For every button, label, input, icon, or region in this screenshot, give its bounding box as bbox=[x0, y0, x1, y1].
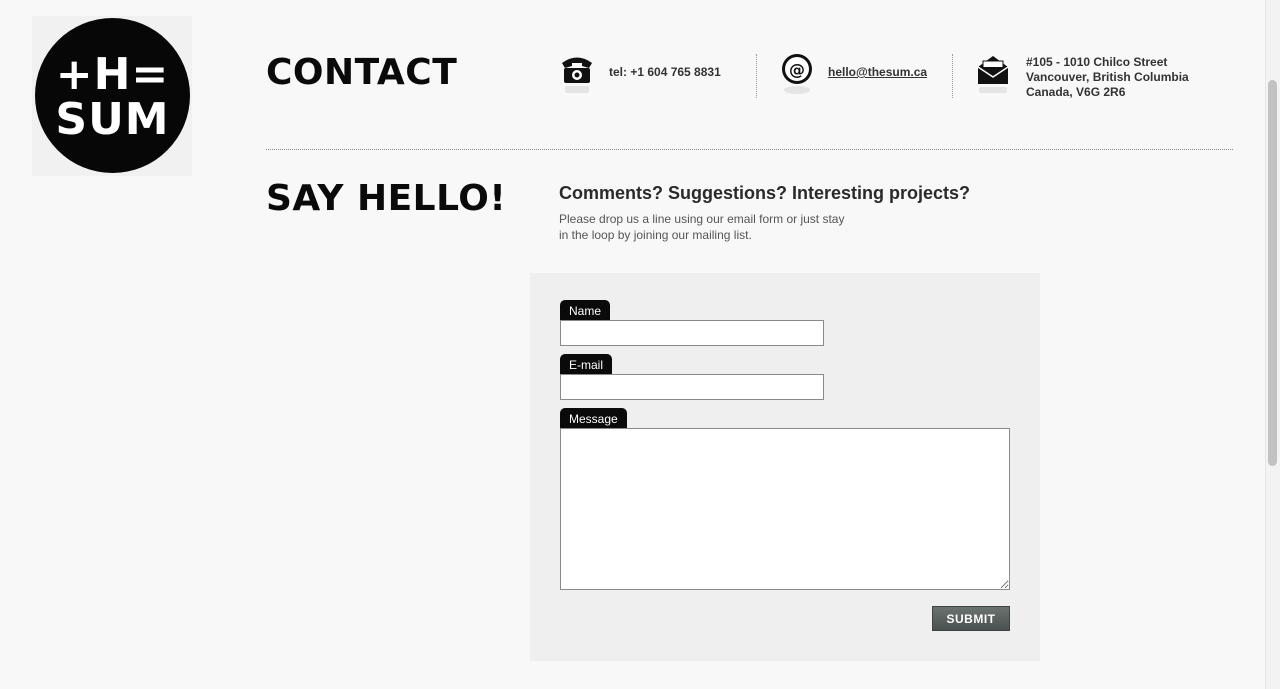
logo-line-2: SUM bbox=[55, 94, 170, 145]
name-label: Name bbox=[560, 300, 611, 320]
address-line-1: #105 - 1010 Chilco Street bbox=[1026, 55, 1168, 69]
email-label: E-mail bbox=[560, 354, 613, 374]
divider bbox=[756, 54, 757, 98]
address-line-3: Canada, V6G 2R6 bbox=[1026, 85, 1126, 99]
telephone-icon bbox=[559, 53, 595, 99]
name-input[interactable] bbox=[560, 320, 824, 346]
section-divider bbox=[266, 149, 1233, 150]
at-sign-icon: @ bbox=[780, 53, 816, 99]
divider bbox=[952, 54, 953, 98]
contact-heading: CONTACT bbox=[266, 52, 458, 93]
form-subheading: Comments? Suggestions? Interesting proje… bbox=[559, 183, 971, 203]
logo-line-1: +H= bbox=[55, 49, 170, 100]
address-line-2: Vancouver, British Columbia bbox=[1026, 70, 1189, 84]
scrollbar[interactable] bbox=[1265, 0, 1280, 689]
submit-button[interactable]: SUBMIT bbox=[932, 606, 1010, 631]
email-input[interactable] bbox=[560, 374, 824, 400]
intro-line-2: in the loop by joining our mailing list. bbox=[559, 228, 752, 242]
logo[interactable]: +H= SUM bbox=[35, 18, 190, 173]
say-hello-heading: SAY HELLO! bbox=[266, 178, 507, 219]
message-textarea[interactable] bbox=[560, 428, 1010, 590]
address: #105 - 1010 Chilco Street Vancouver, Bri… bbox=[1026, 55, 1189, 100]
envelope-icon bbox=[976, 53, 1012, 99]
message-label: Message bbox=[560, 408, 627, 428]
email-link[interactable]: hello@thesum.ca bbox=[828, 65, 927, 80]
logo-frame: +H= SUM bbox=[32, 16, 192, 176]
svg-text:@: @ bbox=[789, 60, 805, 79]
intro-line-1: Please drop us a line using our email fo… bbox=[559, 212, 845, 226]
phone-number: tel: +1 604 765 8831 bbox=[609, 65, 721, 79]
form-intro: Please drop us a line using our email fo… bbox=[559, 211, 869, 243]
scrollbar-thumb[interactable] bbox=[1268, 80, 1277, 466]
